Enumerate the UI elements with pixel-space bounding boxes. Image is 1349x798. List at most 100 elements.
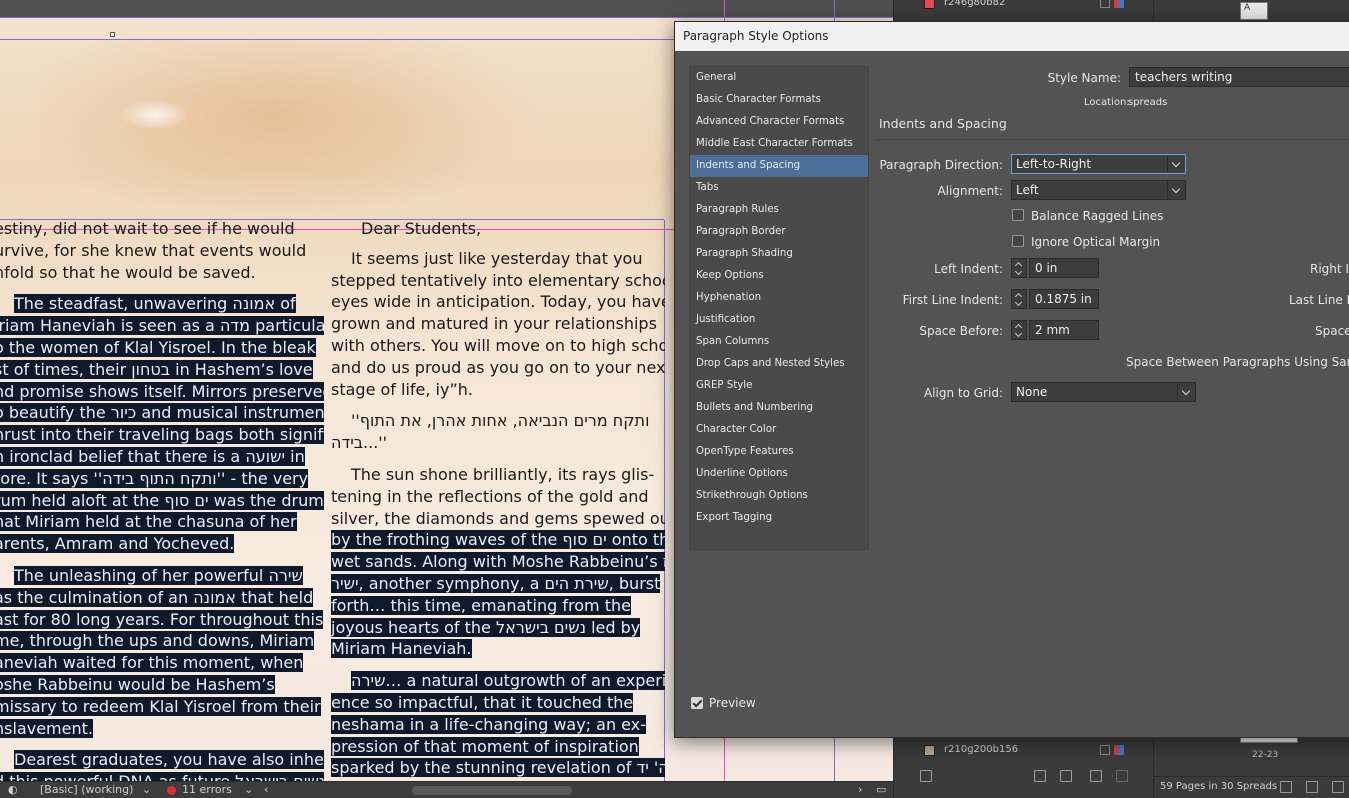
category-advanced-character-formats[interactable]: Advanced Character Formats [690,111,868,133]
pasteboard-strip [0,0,893,18]
space-before-stepper[interactable] [1011,320,1027,340]
style-name-label: Style Name: [1047,71,1121,85]
chevron-down-icon[interactable]: ⌄ [142,783,151,796]
space-before-input[interactable]: 2 mm [1029,320,1099,340]
chevron-down-icon[interactable]: ⌄ [244,783,253,796]
paragraph-direction-label: Paragraph Direction: [879,158,1003,172]
trash-icon[interactable] [1116,770,1128,782]
swatch-name: r210g200b156 [944,744,1019,755]
category-opentype-features[interactable]: OpenType Features [690,441,868,463]
split-window-icon[interactable]: ▭ [876,783,886,796]
text-line: The unleashing of her powerful שירה [14,565,303,585]
preflight-errors[interactable]: 11 errors [182,783,232,796]
category-hyphenation[interactable]: Hyphenation [690,287,868,309]
grid-view-icon[interactable] [1034,770,1046,782]
text-line: hat Miriam held at the chasuna of her [0,512,297,532]
horizontal-scrollbar[interactable] [412,786,572,795]
text-line: The steadfast, unwavering אמונה of [14,294,296,314]
text-line: tening in the reflections of the gold an… [331,486,649,506]
scroll-right-icon[interactable]: › [858,783,862,796]
folder-icon[interactable] [1060,770,1072,782]
preview-checkbox[interactable] [691,697,703,709]
text-line: The sun shone brilliantly, its rays glis… [351,464,655,484]
paragraph: It seems just like yesterday that you st… [331,248,665,401]
ignore-optical-margin-checkbox[interactable] [1012,235,1024,247]
category-strikethrough-options[interactable]: Strikethrough Options [690,485,868,507]
text-line: forth… this time, emanating from the [331,595,631,615]
show-options-icon[interactable] [920,770,932,782]
category-paragraph-rules[interactable]: Paragraph Rules [690,199,868,221]
paragraph: The sun shone brilliantly, its rays glis… [331,464,665,660]
pages-footer: 59 Pages in 30 Spreads [1154,776,1349,798]
left-indent-stepper[interactable] [1011,258,1027,278]
category-paragraph-shading[interactable]: Paragraph Shading [690,243,868,265]
alignment-label: Alignment: [937,184,1003,198]
left-indent-label: Left Indent: [934,262,1003,276]
category-indents-and-spacing[interactable]: Indents and Spacing [690,155,868,177]
edit-page-size-icon[interactable] [1280,781,1292,793]
balance-ragged-lines-checkbox[interactable] [1012,209,1024,221]
text-frame-right[interactable]: Dear Students, It seems just like yester… [331,218,665,781]
text-line: grown and matured in your relationships [331,314,657,334]
frame-handle[interactable] [110,32,115,37]
text-line: aneviah waited for this moment, when [0,653,304,673]
paragraph-direction-value: Left-to-Right [1016,157,1092,171]
master-page-thumbnail[interactable]: A [1240,2,1268,20]
category-underline-options[interactable]: Underline Options [690,463,868,485]
align-to-grid-label: Align to Grid: [923,386,1003,400]
dialog-title[interactable]: Paragraph Style Options [675,22,1349,51]
margin-guide [0,17,893,18]
text-line: as the culmination of an אמונה that held [0,587,314,607]
first-line-indent-stepper[interactable] [1011,289,1027,309]
text-line: st of times, their בטחון in Hashem’s lov… [0,359,313,379]
category-basic-character-formats[interactable]: Basic Character Formats [690,89,868,111]
chevron-down-icon [1177,383,1195,401]
category-drop-caps-nested-styles[interactable]: Drop Caps and Nested Styles [690,353,868,375]
category-tabs[interactable]: Tabs [690,177,868,199]
status-bar: ◐ [Basic] (working) ⌄ 11 errors ⌄ ‹ › ▭ [0,781,893,798]
rotate-spread-icon[interactable] [1306,781,1318,793]
first-line-indent-input[interactable]: 0.1875 in [1029,289,1099,309]
text-line: with others. You will move on to high sc… [331,335,665,355]
greeting: Dear Students, [331,218,665,240]
first-line-indent-label: First Line Indent: [902,293,1003,307]
category-grep-style[interactable]: GREP Style [690,375,868,397]
section-divider [875,139,1349,140]
text-line: iriam Haneviah is seen as a מדה particul… [0,316,324,336]
paragraph: Dearest graduates, you have also inherit… [0,749,324,781]
space-after-label: Space [1315,324,1349,338]
category-list[interactable]: General Basic Character Formats Advanced… [689,66,869,550]
preview-label: Preview [709,696,756,710]
balance-ragged-lines-label: Balance Ragged Lines [1031,209,1164,223]
text-line: ast for 80 long years. For throughout th… [0,609,324,629]
text-line: hrust into their traveling bags both sig… [0,425,324,445]
text-line: stepped tentatively into elementary scho… [331,270,665,290]
category-bullets-numbering[interactable]: Bullets and Numbering [690,397,868,419]
category-keep-options[interactable]: Keep Options [690,265,868,287]
scroll-left-icon[interactable]: ‹ [264,783,268,796]
process-color-icon [1100,745,1110,755]
alignment-select[interactable]: Left [1011,180,1186,200]
swatch-row[interactable]: r246g80b82 [914,0,1134,12]
paragraph-direction-select[interactable]: Left-to-Right [1011,154,1186,174]
category-paragraph-border[interactable]: Paragraph Border [690,221,868,243]
text-line: ישיר, another symphony, a שירת הים, burs… [331,573,661,593]
working-style-label[interactable]: [Basic] (working) [40,783,133,796]
new-swatch-icon[interactable] [1090,770,1102,782]
category-span-columns[interactable]: Span Columns [690,331,868,353]
text-line: ence so impactful, that it touched the [331,692,634,712]
category-character-color[interactable]: Character Color [690,419,868,441]
swatch-row[interactable]: r210g200b156 [914,743,1134,759]
left-indent-input[interactable]: 0 in [1029,258,1099,278]
page-indicator-icon[interactable]: ◐ [8,783,18,796]
align-to-grid-select[interactable]: None [1011,382,1196,402]
text-frame-left[interactable]: estiny, did not wait to see if he would … [0,218,324,781]
category-export-tagging[interactable]: Export Tagging [690,507,868,529]
align-to-grid-value: None [1016,385,1048,399]
swatch-chip [924,0,935,9]
category-general[interactable]: General [690,67,868,89]
style-name-input[interactable]: teachers writing [1129,67,1349,87]
category-middle-east-character-formats[interactable]: Middle East Character Formats [690,133,868,155]
new-page-icon[interactable] [1332,781,1344,793]
category-justification[interactable]: Justification [690,309,868,331]
